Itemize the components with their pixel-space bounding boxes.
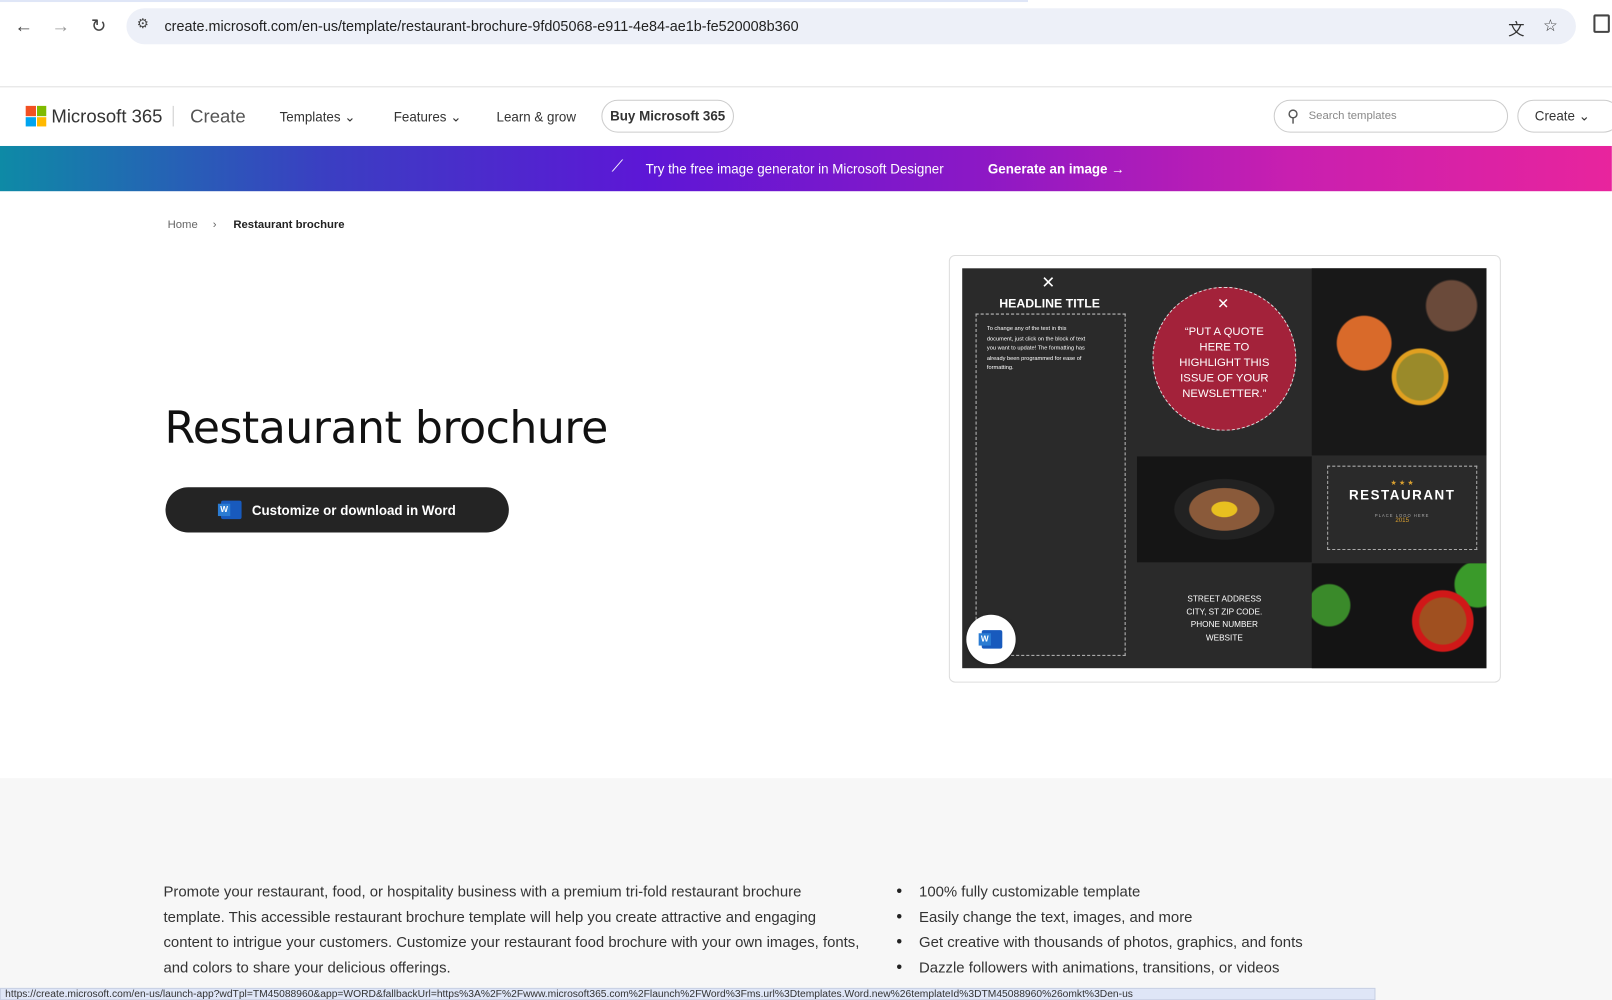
address-line: WEBSITE xyxy=(1205,632,1243,642)
url-text[interactable]: create.microsoft.com/en-us/template/rest… xyxy=(164,17,798,33)
restaurant-logo-placeholder: ★ ★ ★ RESTAURANT PLACE LOGO HERE 2015 xyxy=(1327,465,1478,550)
section-name[interactable]: Create xyxy=(190,106,246,128)
logo-year: 2015 xyxy=(1395,518,1410,525)
feature-list: 100% fully customizable template Easily … xyxy=(896,880,1302,981)
translate-icon[interactable]: 文 xyxy=(1508,15,1524,40)
generate-image-link[interactable]: Generate an image → xyxy=(988,161,1125,176)
reload-icon[interactable]: ↻ xyxy=(85,12,112,39)
nav-features[interactable]: Features ⌄ xyxy=(394,109,462,125)
chevron-down-icon: ⌄ xyxy=(1578,107,1590,124)
address-line: STREET ADDRESS xyxy=(1187,594,1262,604)
address-line: CITY, ST ZIP CODE. xyxy=(1186,607,1263,617)
extensions-icon[interactable] xyxy=(1593,14,1610,33)
list-item: Dazzle followers with animations, transi… xyxy=(896,956,1302,981)
buy-microsoft-365-button[interactable]: Buy Microsoft 365 xyxy=(601,99,734,133)
address-line: PHONE NUMBER xyxy=(1190,619,1258,630)
nav-learn-grow[interactable]: Learn & grow xyxy=(497,109,576,124)
logo-text: RESTAURANT xyxy=(1348,487,1456,503)
list-item: 100% fully customizable template xyxy=(896,880,1302,905)
create-dropdown-button[interactable]: Create ⌄ xyxy=(1517,99,1612,133)
preview-body: To change any of the text in this docume… xyxy=(986,325,1086,372)
search-icon: ⚲ xyxy=(1287,107,1300,126)
preview-address: STREET ADDRESS CITY, ST ZIP CODE. PHONE … xyxy=(1162,593,1287,644)
chevron-down-icon: ⌄ xyxy=(344,108,356,125)
spices-photo xyxy=(1311,268,1487,456)
microsoft-logo-icon[interactable] xyxy=(25,105,47,127)
breadcrumb-home[interactable]: Home xyxy=(168,219,198,231)
nav-templates[interactable]: Templates ⌄ xyxy=(280,109,356,125)
utensils-icon: ✕ xyxy=(1217,295,1230,312)
preview-headline: HEADLINE TITLE xyxy=(999,296,1100,311)
forward-icon[interactable]: → xyxy=(47,12,74,39)
back-icon[interactable]: ← xyxy=(10,12,37,39)
search-placeholder: Search templates xyxy=(1308,109,1397,123)
search-input[interactable]: ⚲ Search templates xyxy=(1273,99,1509,133)
banner-message: Try the free image generator in Microsof… xyxy=(645,161,944,177)
tab-strip xyxy=(0,0,1028,3)
chevron-right-icon: › xyxy=(212,218,217,232)
description-paragraph: Promote your restaurant, food, or hospit… xyxy=(163,884,860,977)
button-label: Customize or download in Word xyxy=(251,502,456,519)
utensils-icon: ✕ xyxy=(1041,274,1056,292)
divider xyxy=(172,105,174,127)
page-title: Restaurant brochure xyxy=(164,402,608,455)
bookmark-star-icon[interactable]: ☆ xyxy=(1543,15,1558,36)
preview-quote: “PUT A QUOTE HERE TO HIGHLIGHT THIS ISSU… xyxy=(1179,325,1270,400)
nav-label: Features xyxy=(393,108,447,125)
word-icon: W xyxy=(217,500,242,520)
status-bar-url: https://create.microsoft.com/en-us/launc… xyxy=(0,987,1376,1000)
list-item: Easily change the text, images, and more xyxy=(896,905,1302,930)
customize-download-button[interactable]: W Customize or download in Word xyxy=(165,487,509,533)
stars-icon: ★ ★ ★ xyxy=(1390,480,1414,488)
chevron-down-icon: ⌄ xyxy=(450,108,462,125)
magic-wand-icon: ⟋ xyxy=(611,158,624,176)
nav-label: Templates xyxy=(279,108,341,125)
breadcrumb-current: Restaurant brochure xyxy=(233,218,345,232)
create-label: Create xyxy=(1534,107,1575,124)
ramen-bowl-photo xyxy=(1136,456,1312,563)
quote-circle: ✕ “PUT A QUOTE HERE TO HIGHLIGHT THIS IS… xyxy=(1152,286,1297,431)
word-app-badge: W xyxy=(966,614,1016,665)
list-item: Get creative with thousands of photos, g… xyxy=(896,930,1302,955)
promo-banner: ⟋ Try the free image generator in Micros… xyxy=(0,145,1612,192)
address-bar[interactable]: ⚙ create.microsoft.com/en-us/template/re… xyxy=(126,8,1576,45)
site-info-icon[interactable]: ⚙ xyxy=(137,15,149,31)
brand-name[interactable]: Microsoft 365 xyxy=(51,106,162,128)
spices-photo xyxy=(1311,563,1487,669)
browser-window: ← → ↻ ⚙ create.microsoft.com/en-us/templ… xyxy=(0,0,1612,1000)
